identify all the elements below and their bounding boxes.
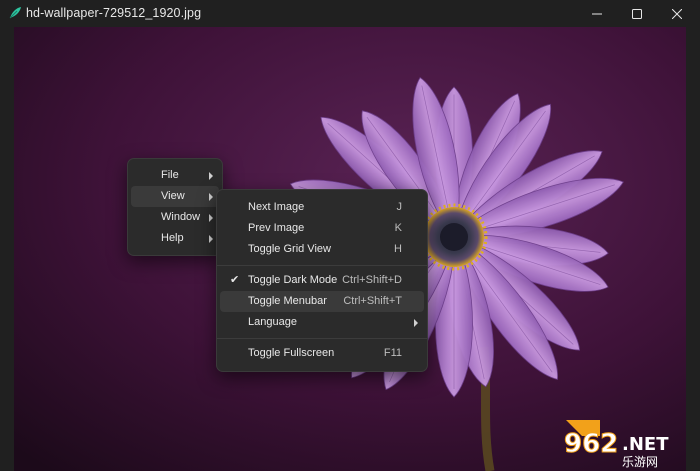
chevron-right-icon xyxy=(209,193,213,201)
shortcut-label: K xyxy=(394,222,402,234)
watermark-number: 962 xyxy=(564,429,618,459)
menu-item-toggle-fullscreen[interactable]: Toggle Fullscreen F11 xyxy=(220,343,424,364)
menu-item-label: Toggle Dark Mode xyxy=(248,274,338,286)
menu-item-label: Help xyxy=(161,232,184,244)
menu-item-toggle-menubar[interactable]: Toggle Menubar Ctrl+Shift+T xyxy=(220,291,424,312)
menu-item-label: Next Image xyxy=(248,201,305,213)
menu-item-help[interactable]: Help xyxy=(131,228,219,249)
menu-item-label: Toggle Grid View xyxy=(248,243,331,255)
menu-item-file[interactable]: File xyxy=(131,165,219,186)
menu-item-view[interactable]: View xyxy=(131,186,219,207)
menu-item-prev-image[interactable]: Prev Image K xyxy=(220,218,424,239)
close-icon xyxy=(672,8,682,19)
shortcut-label: Ctrl+Shift+D xyxy=(342,274,402,286)
menu-item-label: File xyxy=(161,169,179,181)
view-submenu: Next Image J Prev Image K Toggle Grid Vi… xyxy=(216,189,428,372)
menu-item-label: Toggle Fullscreen xyxy=(248,347,335,359)
menu-item-toggle-grid-view[interactable]: Toggle Grid View H xyxy=(220,239,424,260)
title-bar[interactable]: hd-wallpaper-729512_1920.jpg xyxy=(0,0,700,27)
checkmark-icon: ✔ xyxy=(230,274,240,286)
window-title: hd-wallpaper-729512_1920.jpg xyxy=(26,6,202,20)
watermark-subtitle: 乐游网 xyxy=(622,455,658,468)
chevron-right-icon xyxy=(209,235,213,243)
menu-item-label: View xyxy=(161,190,185,202)
chevron-right-icon xyxy=(414,319,418,327)
chevron-right-icon xyxy=(209,172,213,180)
shortcut-label: Ctrl+Shift+T xyxy=(343,295,402,307)
chevron-right-icon xyxy=(209,214,213,222)
menu-item-label: Toggle Menubar xyxy=(248,295,327,307)
watermark-suffix: .NET xyxy=(622,434,669,455)
menu-item-language[interactable]: Language xyxy=(220,312,424,333)
menu-separator xyxy=(217,265,427,266)
menu-separator xyxy=(217,338,427,339)
menu-item-toggle-dark-mode[interactable]: ✔ Toggle Dark Mode Ctrl+Shift+D xyxy=(220,270,424,291)
site-watermark: 962 .NET 乐游网 xyxy=(560,416,696,469)
shortcut-label: H xyxy=(394,243,402,255)
shortcut-label: J xyxy=(396,201,403,213)
menu-item-next-image[interactable]: Next Image J xyxy=(220,197,424,218)
menu-item-window[interactable]: Window xyxy=(131,207,219,228)
menu-item-label: Prev Image xyxy=(248,222,305,234)
main-menu: File View Window Help xyxy=(127,158,223,256)
menu-item-label: Window xyxy=(161,211,201,223)
menu-item-label: Language xyxy=(248,316,297,328)
minimize-icon xyxy=(592,13,602,14)
maximize-icon xyxy=(632,8,642,19)
feather-icon xyxy=(9,7,21,19)
watermark-logo: 962 .NET 乐游网 xyxy=(564,420,669,469)
shortcut-label: F11 xyxy=(383,347,402,359)
close-button[interactable] xyxy=(654,0,700,27)
app-window: hd-wallpaper-729512_1920.jpg File View W… xyxy=(0,0,700,471)
